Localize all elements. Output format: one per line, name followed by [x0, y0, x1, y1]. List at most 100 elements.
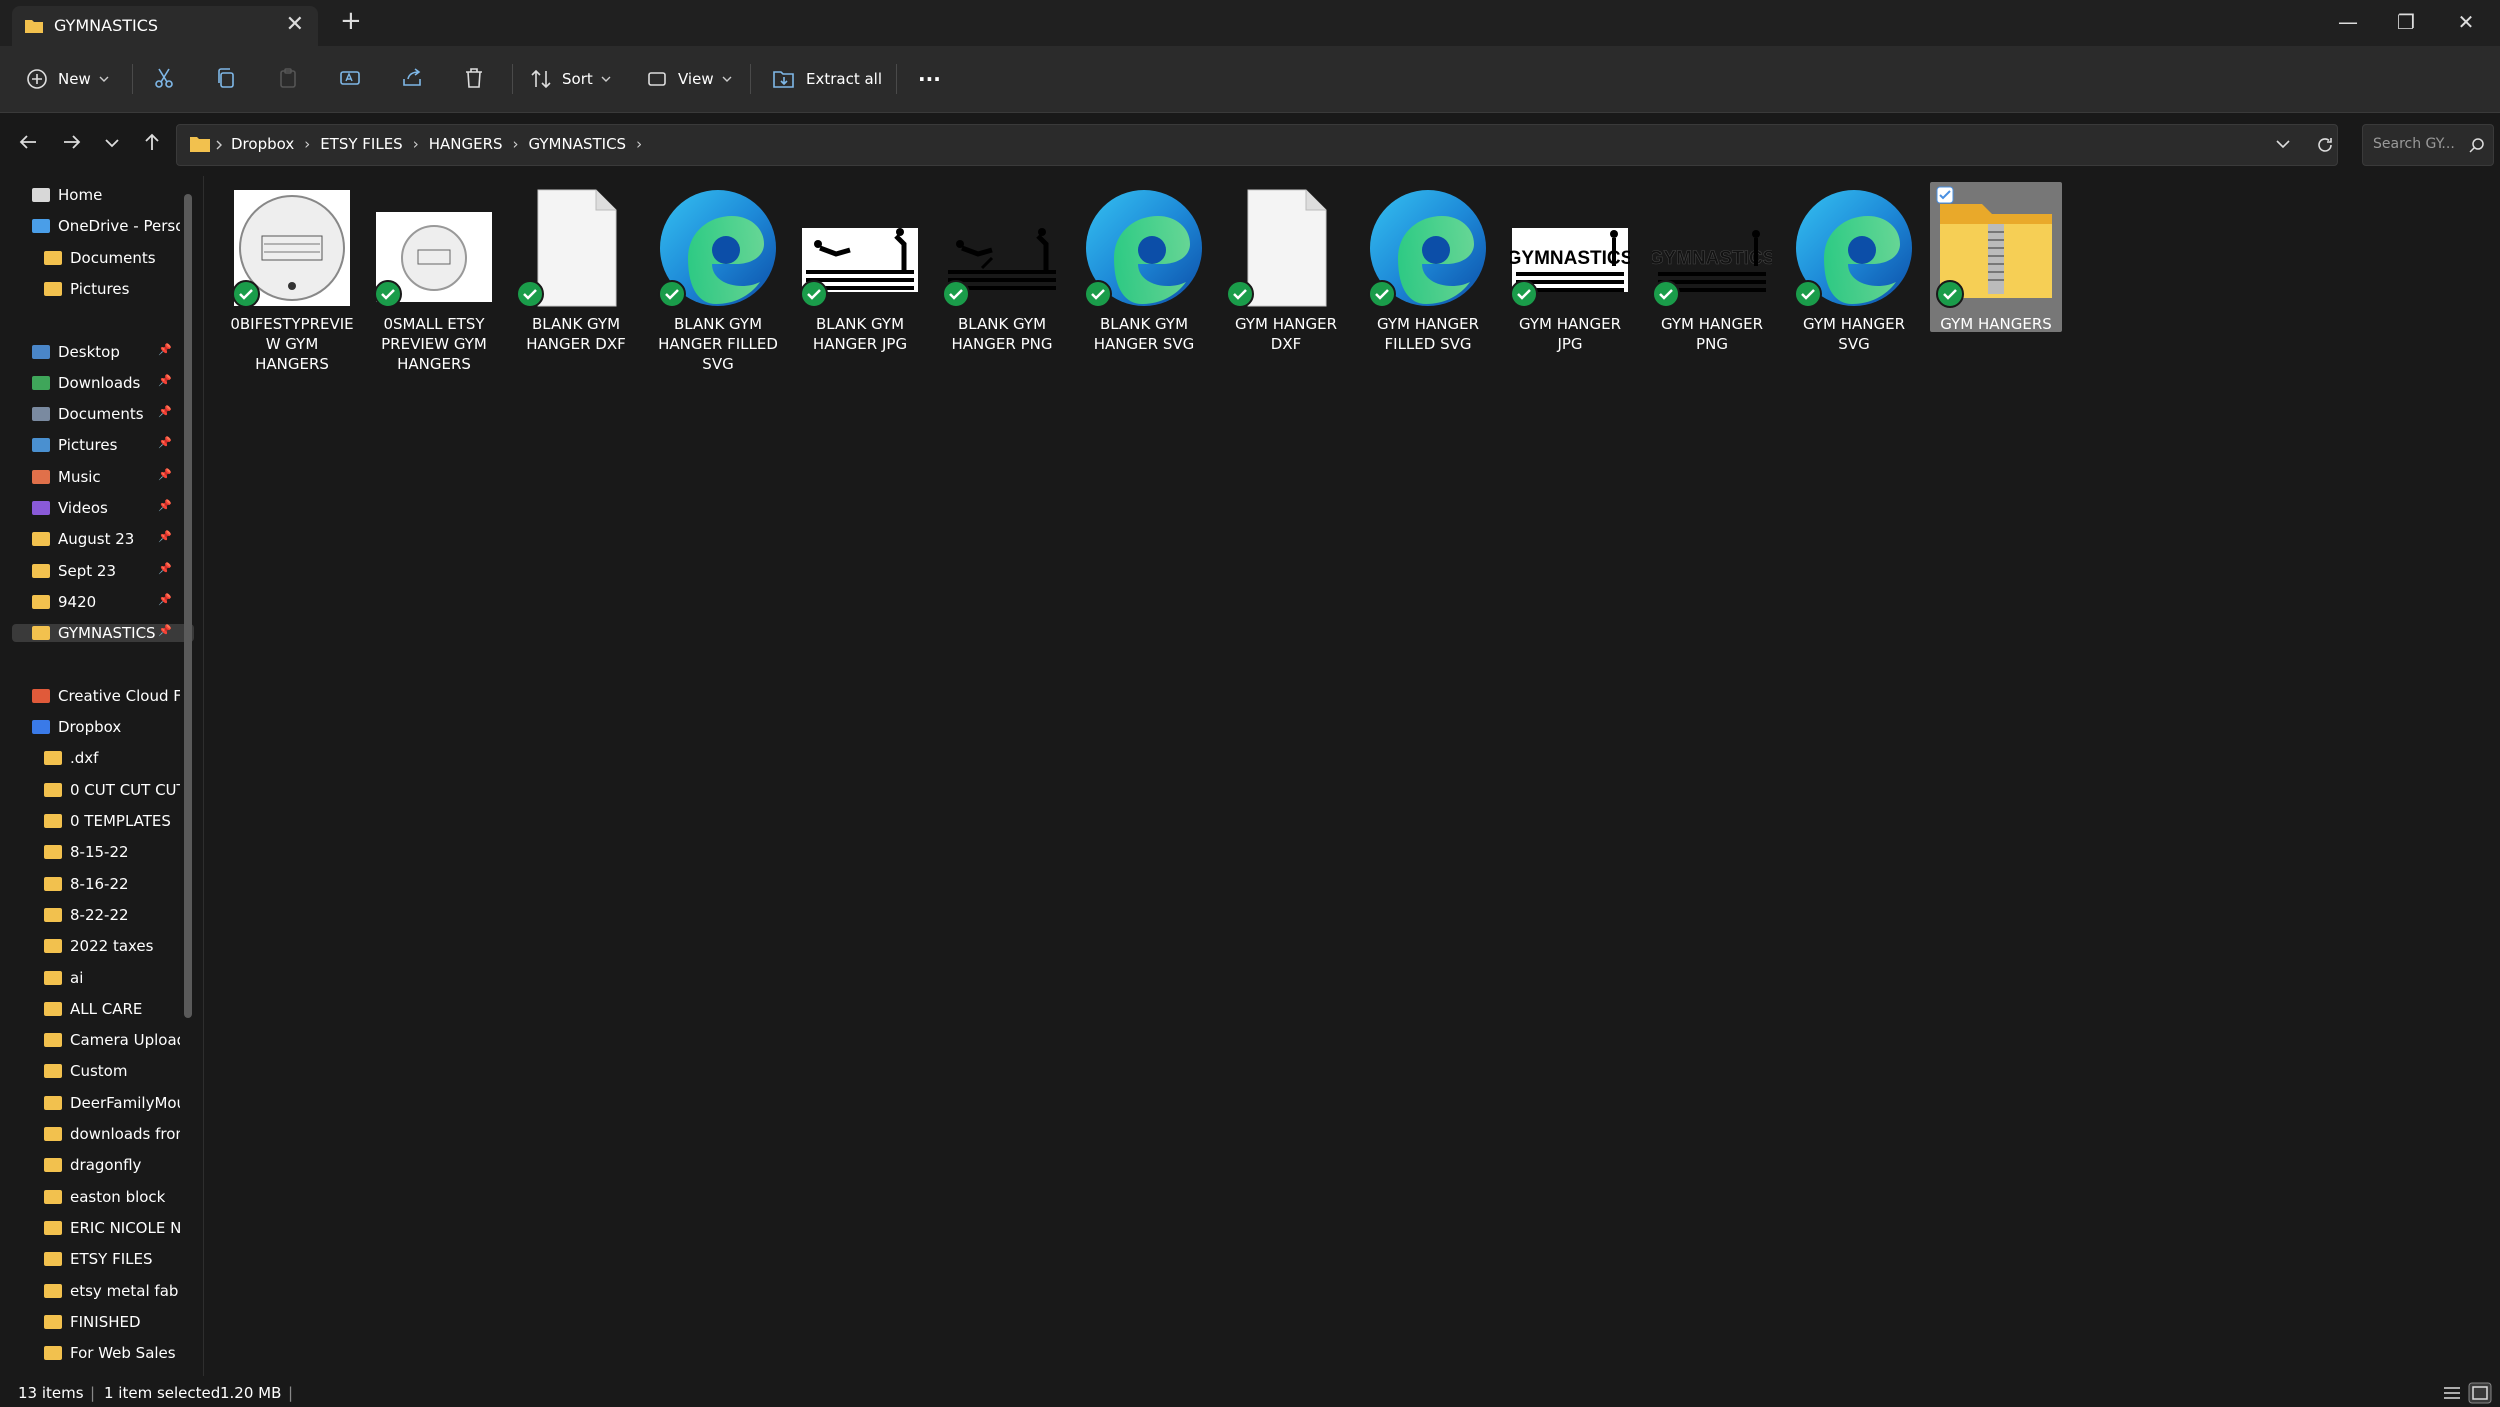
copy-icon[interactable] — [214, 66, 238, 90]
file-name-line: BLANK GYM — [957, 315, 1047, 333]
sidebar-item-dropbox[interactable]: Dropbox — [32, 718, 180, 736]
sidebar-item-pictures[interactable]: Pictures — [32, 436, 152, 454]
sidebar-item-8-16-22[interactable]: 8-16-22 — [44, 875, 180, 893]
sidebar-scrollbar[interactable] — [184, 194, 192, 1018]
file-item[interactable]: GYMNASTICS GYM HANGER PNG — [1646, 182, 1778, 382]
pin-icon[interactable]: 📌 — [158, 499, 172, 512]
sidebar-item-dragonfly[interactable]: dragonfly — [44, 1156, 180, 1174]
sidebar-item-downloads-from[interactable]: downloads from — [44, 1125, 180, 1143]
sidebar-item-sept-23[interactable]: Sept 23 — [32, 562, 152, 580]
sidebar-item-etsy-files[interactable]: ETSY FILES — [44, 1250, 180, 1268]
sidebar-item-for-web-sales[interactable]: For Web Sales — [44, 1344, 180, 1362]
sidebar-item-videos[interactable]: Videos — [32, 499, 152, 517]
file-item[interactable]: BLANK GYM HANGER FILLED SVG — [652, 182, 784, 382]
new-label: New — [58, 70, 91, 88]
selection-size: 1.20 MB — [220, 1384, 282, 1402]
minimize-button[interactable]: — — [2318, 4, 2378, 40]
maximize-button[interactable]: ❐ — [2376, 4, 2436, 40]
pin-icon[interactable]: 📌 — [158, 374, 172, 387]
sidebar-item-deerfamilymou[interactable]: DeerFamilyMou — [44, 1094, 180, 1112]
up-arrow-icon[interactable] — [140, 130, 164, 154]
tab-close-icon[interactable]: ✕ — [286, 12, 304, 37]
file-item[interactable]: GYM HANGER DXF — [1220, 182, 1352, 382]
details-view-icon[interactable] — [2442, 1385, 2462, 1401]
chevron-down-icon[interactable] — [2275, 137, 2291, 151]
forward-arrow-icon[interactable] — [60, 130, 84, 154]
sidebar-item-finished[interactable]: FINISHED — [44, 1313, 180, 1331]
file-list: 0BIFESTYPREVIE W GYM HANGERS 0SMALL ETSY PRE… — [204, 176, 2500, 1376]
sidebar-item-etsy-metal-fab[interactable]: etsy metal fab — [44, 1282, 180, 1300]
rename-icon[interactable] — [338, 66, 362, 90]
sidebar-item-eric-nicole-ni[interactable]: ERIC NICOLE NI — [44, 1219, 180, 1237]
search-box[interactable]: Search GY... — [2362, 124, 2494, 166]
view-button[interactable]: View — [646, 46, 742, 112]
sidebar-item-0-cut-cut-cut[interactable]: 0 CUT CUT CUT — [44, 781, 180, 799]
more-options-button[interactable]: ··· — [918, 46, 941, 112]
pin-icon[interactable]: 📌 — [158, 405, 172, 418]
close-button[interactable]: ✕ — [2436, 4, 2496, 40]
breadcrumb-dropbox[interactable]: Dropbox — [231, 135, 294, 153]
pin-icon[interactable]: 📌 — [158, 343, 172, 356]
sidebar-item-all-care[interactable]: ALL CARE — [44, 1000, 180, 1018]
sidebar-item-downloads[interactable]: Downloads — [32, 374, 152, 392]
file-item[interactable]: BLANK GYM HANGER SVG — [1078, 182, 1210, 382]
pin-icon[interactable]: 📌 — [158, 593, 172, 606]
new-button[interactable]: New — [26, 46, 119, 112]
paste-icon[interactable] — [276, 66, 300, 90]
folder-icon — [44, 1095, 62, 1110]
cut-icon[interactable] — [152, 66, 176, 90]
sidebar-item-2022-taxes[interactable]: 2022 taxes — [44, 937, 180, 955]
selection-checkbox[interactable] — [1936, 186, 1954, 208]
pin-icon[interactable]: 📌 — [158, 468, 172, 481]
delete-icon[interactable] — [462, 66, 486, 90]
extract-all-button[interactable]: Extract all — [772, 46, 882, 112]
search-icon[interactable] — [2469, 137, 2485, 153]
back-arrow-icon[interactable] — [16, 130, 40, 154]
sidebar-item-custom[interactable]: Custom — [44, 1062, 180, 1080]
address-bar[interactable]: Dropbox › ETSY FILES › HANGERS › GYMNASTICS… — [176, 124, 2338, 166]
tab-gymnastics[interactable]: GYMNASTICS ✕ — [12, 6, 318, 46]
sidebar-item-9420[interactable]: 9420 — [32, 593, 152, 611]
pin-icon[interactable]: 📌 — [158, 530, 172, 543]
sidebar-item-8-15-22[interactable]: 8-15-22 — [44, 843, 180, 861]
sidebar-item-documents[interactable]: Documents — [44, 249, 180, 267]
file-item[interactable]: 0SMALL ETSY PREVIEW GYM HANGERS — [368, 182, 500, 382]
recent-locations-chevron-icon[interactable] — [102, 130, 122, 154]
sidebar-item-easton-block[interactable]: easton block — [44, 1188, 180, 1206]
file-item[interactable]: GYM HANGERS — [1930, 182, 2062, 333]
breadcrumb-hangers[interactable]: HANGERS — [429, 135, 503, 153]
sidebar-item-label: Sept 23 — [58, 561, 117, 580]
file-item[interactable]: BLANK GYM HANGER DXF — [510, 182, 642, 382]
sidebar-item-creative-cloud-fi[interactable]: Creative Cloud Fi — [32, 687, 180, 705]
file-item[interactable]: BLANK GYM HANGER JPG — [794, 182, 926, 382]
sidebar-item--dxf[interactable]: .dxf — [44, 749, 180, 767]
sidebar-item-desktop[interactable]: Desktop — [32, 343, 152, 361]
file-item[interactable]: GYM HANGER SVG — [1788, 182, 1920, 382]
file-name-line: FILLED SVG — [1384, 335, 1472, 353]
sidebar-item-home[interactable]: Home — [32, 186, 180, 204]
breadcrumb-etsy-files[interactable]: ETSY FILES — [320, 135, 403, 153]
pin-icon[interactable]: 📌 — [158, 562, 172, 575]
share-icon[interactable] — [400, 66, 424, 90]
pin-icon[interactable]: 📌 — [158, 624, 172, 637]
large-icons-view-icon[interactable] — [2468, 1382, 2492, 1404]
sidebar-item-pictures[interactable]: Pictures — [44, 280, 180, 298]
sidebar-item-onedrive-perso[interactable]: OneDrive - Perso — [32, 217, 180, 235]
sidebar-item-ai[interactable]: ai — [44, 969, 180, 987]
sidebar-item-august-23[interactable]: August 23 — [32, 530, 152, 548]
file-item[interactable]: 0BIFESTYPREVIE W GYM HANGERS — [226, 182, 358, 382]
file-item[interactable]: BLANK GYM HANGER PNG — [936, 182, 1068, 382]
sort-button[interactable]: Sort — [530, 46, 621, 112]
sidebar-item-music[interactable]: Music — [32, 468, 152, 486]
sidebar-item-8-22-22[interactable]: 8-22-22 — [44, 906, 180, 924]
sidebar-item-documents[interactable]: Documents — [32, 405, 152, 423]
chevron-down-icon — [722, 76, 732, 82]
new-tab-button[interactable]: + — [340, 6, 362, 36]
file-item[interactable]: GYMNASTICS GYM HANGER JPG — [1504, 182, 1636, 382]
sidebar-item-0-templates[interactable]: 0 TEMPLATES — [44, 812, 180, 830]
file-item[interactable]: GYM HANGER FILLED SVG — [1362, 182, 1494, 382]
pin-icon[interactable]: 📌 — [158, 436, 172, 449]
sidebar-item-camera-upload-[interactable]: Camera Upload: — [44, 1031, 180, 1049]
refresh-icon[interactable] — [2315, 135, 2335, 155]
breadcrumb-gymnastics[interactable]: GYMNASTICS — [529, 135, 627, 153]
